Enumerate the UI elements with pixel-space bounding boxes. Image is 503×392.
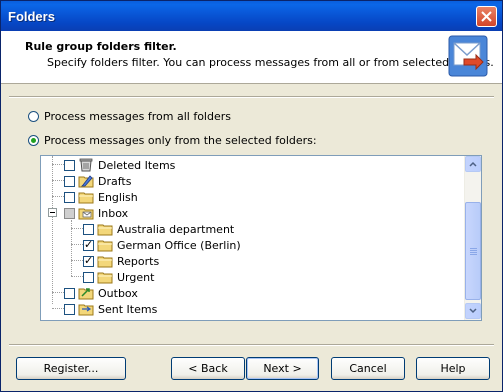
lower-separator xyxy=(9,344,494,346)
window-title: Folders xyxy=(8,9,55,24)
radio-all-folders-label: Process messages from all folders xyxy=(44,110,231,123)
radio-selected-folders-label: Process messages only from the selected … xyxy=(44,134,317,147)
tree-item-label: Australia department xyxy=(117,222,235,236)
upper-separator xyxy=(9,96,494,98)
tree-item-label: Outbox xyxy=(98,286,138,300)
header-title: Rule group folders filter. xyxy=(25,40,177,53)
close-button[interactable] xyxy=(476,6,497,27)
tree-item-checkbox[interactable] xyxy=(83,238,94,251)
tree-item-australia-department[interactable]: Australia department xyxy=(83,221,234,237)
tree-item-label: Inbox xyxy=(98,206,129,220)
tree-item-label: Deleted Items xyxy=(98,158,176,172)
tree-item-checkbox[interactable] xyxy=(64,287,75,299)
help-button[interactable]: Help xyxy=(416,357,490,380)
tree-item-label: Drafts xyxy=(98,174,132,188)
tree-line xyxy=(52,196,64,197)
folder-icon xyxy=(97,256,113,268)
tree-vertical-scrollbar[interactable] xyxy=(464,156,481,320)
folders-dialog: Folders Rule group folders filter. Speci… xyxy=(0,0,503,392)
radio-selected-folders[interactable]: Process messages only from the selected … xyxy=(28,133,317,148)
title-bar[interactable]: Folders xyxy=(1,1,502,31)
deleted-items-icon xyxy=(79,158,93,172)
outbox-folder-icon xyxy=(78,288,94,300)
thumb-grip xyxy=(470,252,477,253)
chevron-down-icon xyxy=(469,308,477,314)
header-subtitle: Specify folders filter. You can process … xyxy=(47,56,494,69)
cancel-button[interactable]: Cancel xyxy=(331,357,405,380)
tree-item-label: English xyxy=(98,190,138,204)
tree-item-deleted-items[interactable]: Deleted Items xyxy=(64,157,175,173)
folder-icon xyxy=(78,192,94,204)
tree-item-checkbox[interactable] xyxy=(64,191,75,203)
tree-item-german-office[interactable]: German Office (Berlin) xyxy=(83,237,241,253)
tree-item-reports[interactable]: Reports xyxy=(83,253,159,269)
register-button[interactable]: Register... xyxy=(16,357,126,380)
tree-line xyxy=(52,308,64,309)
tree-item-label: Reports xyxy=(117,254,160,268)
tree-item-sent-items[interactable]: Sent Items xyxy=(64,301,157,317)
tree-line xyxy=(71,244,83,245)
tree-item-label: German Office (Berlin) xyxy=(117,238,241,252)
tree-item-checkbox[interactable] xyxy=(64,175,75,187)
chevron-up-icon xyxy=(469,161,477,167)
tree-item-outbox[interactable]: Outbox xyxy=(64,285,138,301)
tree-item-checkbox[interactable] xyxy=(83,271,94,283)
tree-item-checkbox[interactable] xyxy=(83,223,94,235)
tree-item-inbox[interactable]: Inbox xyxy=(64,205,128,221)
drafts-folder-icon xyxy=(78,175,94,188)
tree-item-english[interactable]: English xyxy=(64,189,138,205)
inbox-collapse-toggle[interactable] xyxy=(48,208,57,217)
next-button[interactable]: Next > xyxy=(246,357,319,380)
tree-item-checkbox[interactable] xyxy=(64,303,75,315)
thumb-grip xyxy=(470,254,477,255)
folder-icon xyxy=(97,224,113,236)
tree-line xyxy=(71,260,83,261)
tree-line xyxy=(71,276,83,277)
scroll-up-button[interactable] xyxy=(465,156,481,172)
tree-item-checkbox[interactable] xyxy=(64,159,75,171)
tree-line xyxy=(71,228,83,229)
tree-item-drafts[interactable]: Drafts xyxy=(64,173,131,189)
back-button[interactable]: < Back xyxy=(171,357,245,380)
sent-items-icon xyxy=(78,304,94,316)
thumb-grip xyxy=(470,248,477,249)
folder-tree[interactable]: Deleted Items Drafts English Inbox Austr… xyxy=(40,155,482,321)
tree-line xyxy=(52,156,53,304)
scroll-thumb[interactable] xyxy=(465,202,481,300)
close-icon xyxy=(481,11,492,22)
tree-item-urgent[interactable]: Urgent xyxy=(83,269,154,285)
tree-item-label: Sent Items xyxy=(98,302,158,316)
folder-icon xyxy=(97,240,113,252)
email-rules-icon xyxy=(448,35,488,77)
tree-line xyxy=(52,180,64,181)
tree-item-checkbox[interactable] xyxy=(83,254,94,267)
tree-item-checkbox[interactable] xyxy=(64,207,75,219)
inbox-folder-icon xyxy=(78,208,94,220)
radio-all-folders-indicator[interactable] xyxy=(28,111,39,122)
wizard-header: Rule group folders filter. Specify folde… xyxy=(1,31,502,84)
tree-item-label: Urgent xyxy=(117,270,155,284)
tree-line xyxy=(52,164,64,165)
tree-line xyxy=(52,292,64,293)
folder-icon xyxy=(97,272,113,284)
scroll-down-button[interactable] xyxy=(465,303,481,319)
thumb-grip xyxy=(470,250,477,251)
radio-selected-folders-indicator[interactable] xyxy=(28,135,39,146)
radio-all-folders[interactable]: Process messages from all folders xyxy=(28,109,231,124)
